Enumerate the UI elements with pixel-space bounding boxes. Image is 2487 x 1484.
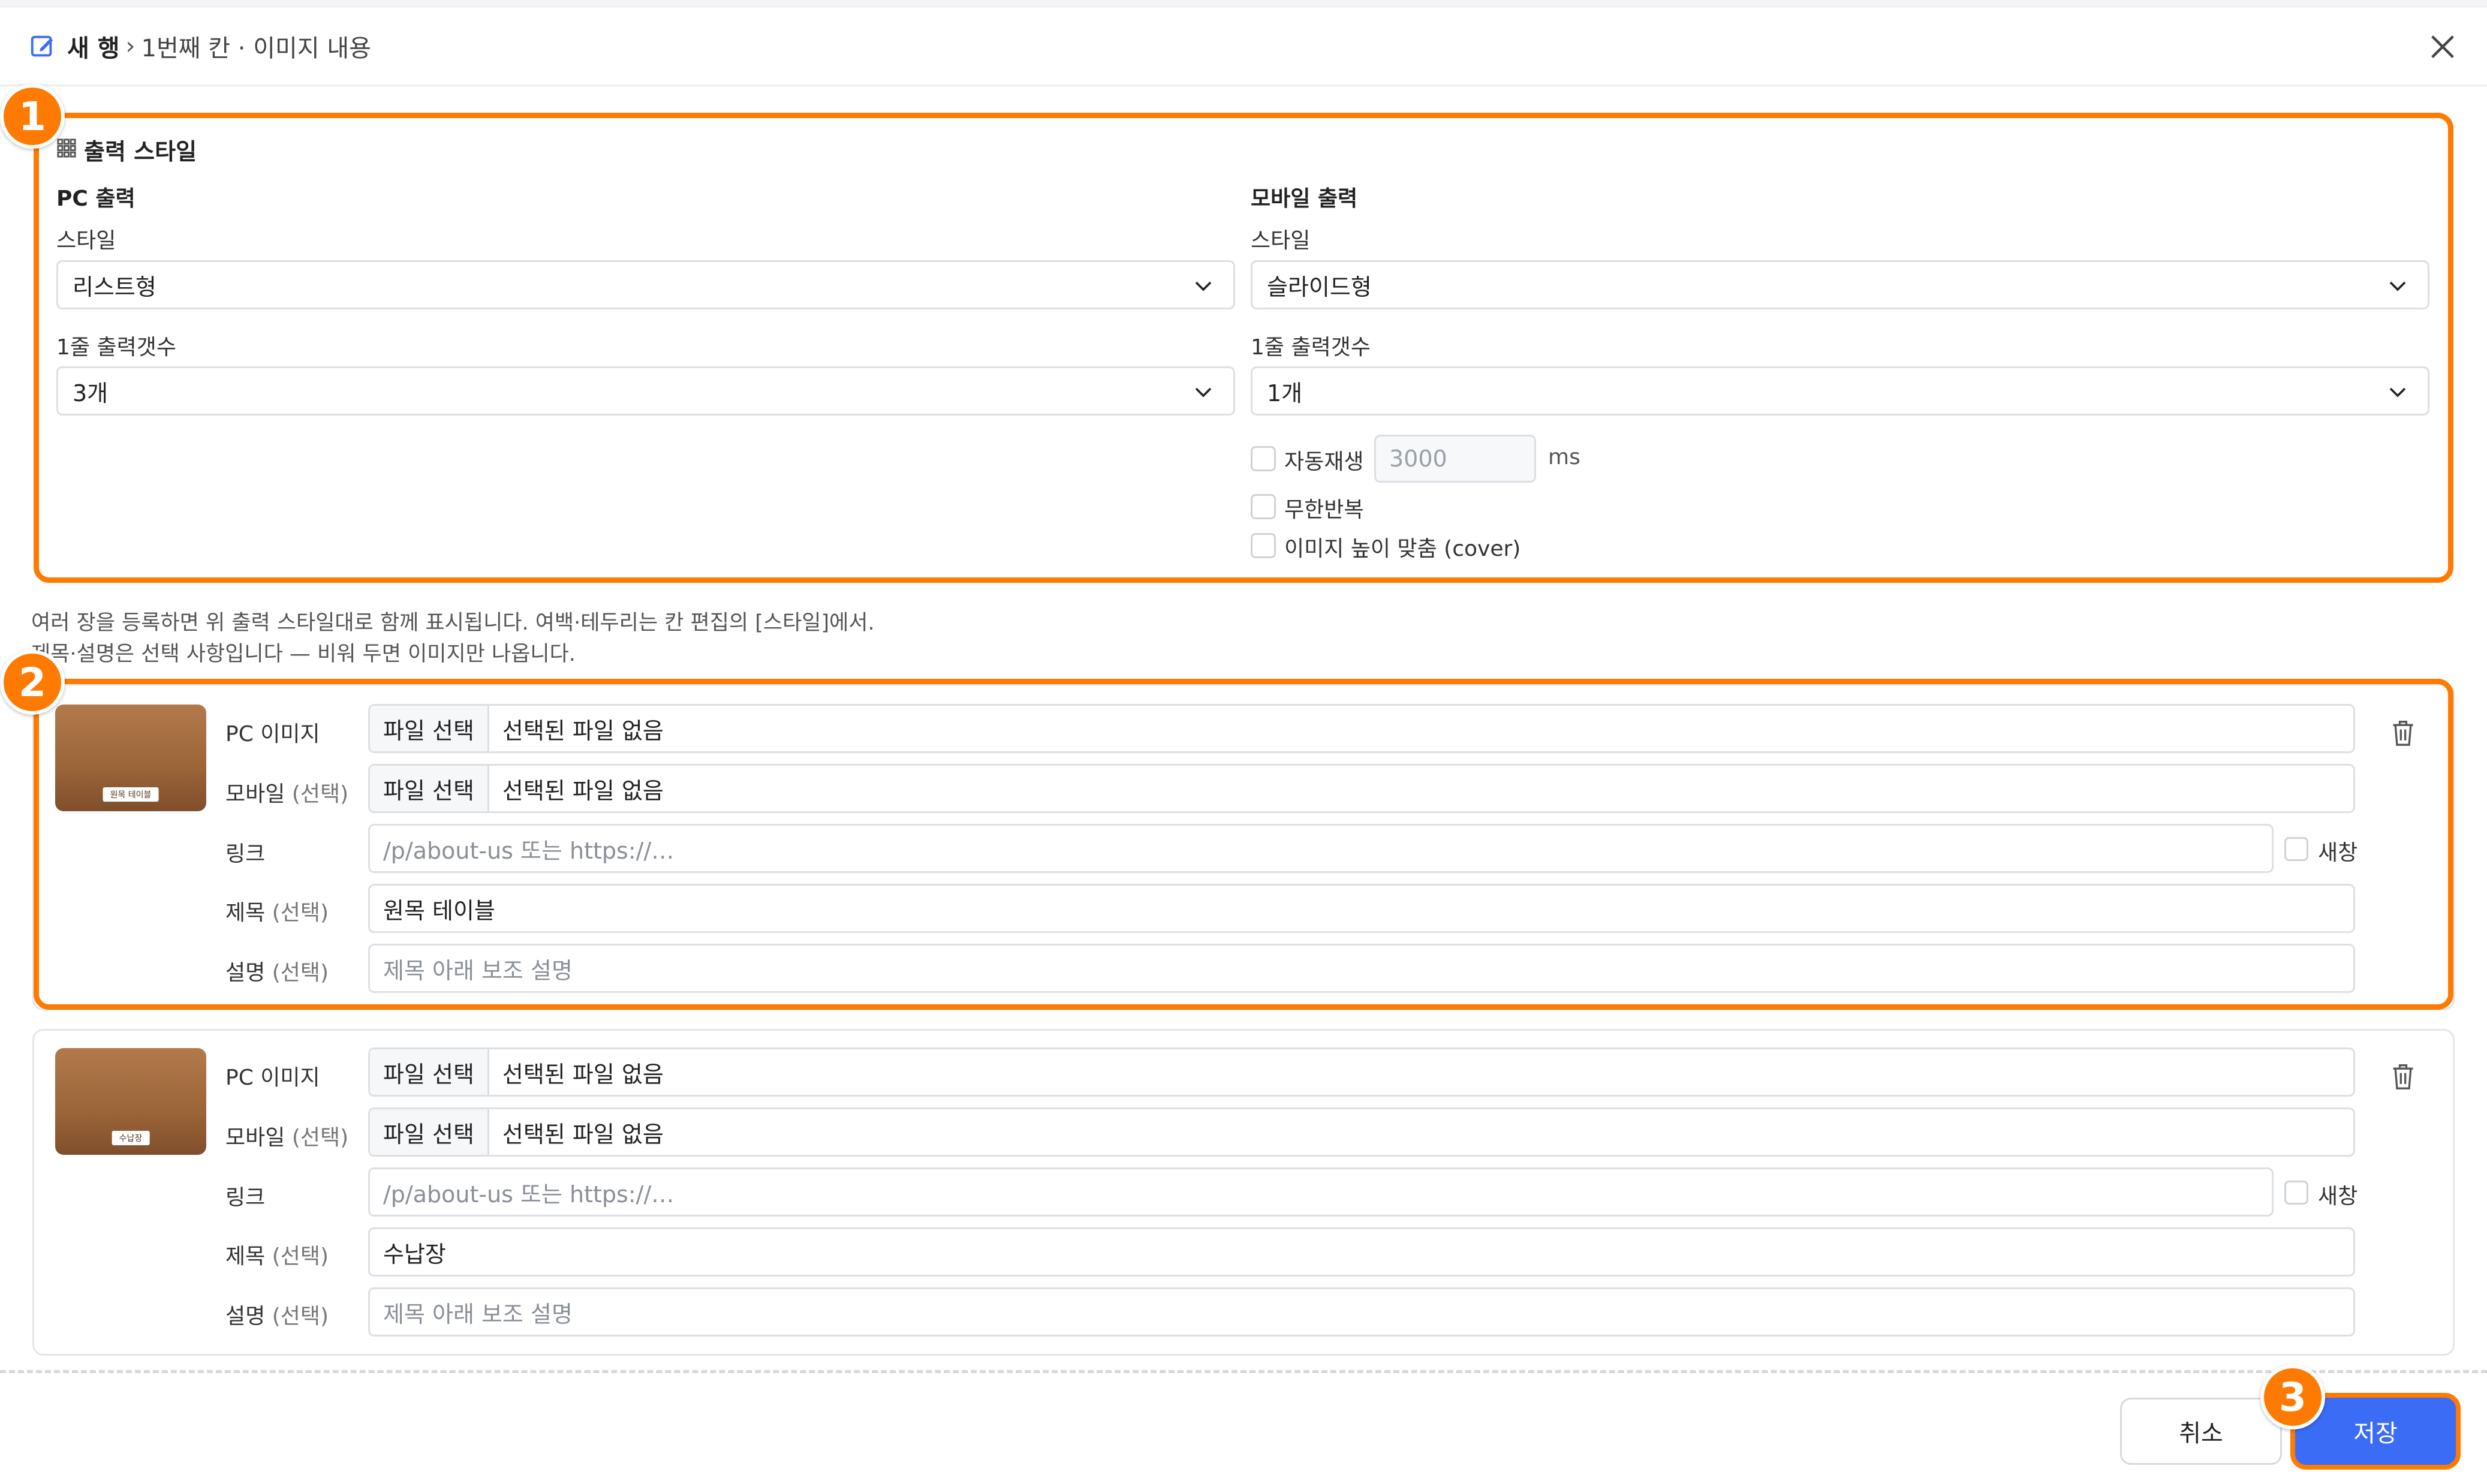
title-value: 수납장 xyxy=(383,1241,446,1268)
step-badge-3: 3 xyxy=(2260,1365,2325,1429)
mobile-image-label: 모바일 (선택) xyxy=(225,1125,349,1150)
pc-style-label: 스타일 xyxy=(56,228,116,253)
modal-footer xyxy=(0,1370,2487,1484)
link-input[interactable]: /p/about-us 또는 https://… xyxy=(368,1167,2274,1217)
pc-image-file-input[interactable]: 파일 선택 선택된 파일 없음 xyxy=(368,1047,2355,1097)
mobile-image-file-input[interactable]: 파일 선택 선택된 파일 없음 xyxy=(368,764,2355,813)
description-label: 설명 (선택) xyxy=(225,1304,329,1329)
help-text-line1: 여러 장을 등록하면 위 출력 스타일대로 함께 표시됩니다. 여백·테두리는 … xyxy=(31,611,875,635)
autoplay-interval-input[interactable]: 3000 xyxy=(1374,435,1536,483)
pc-image-file-input[interactable]: 파일 선택 선택된 파일 없음 xyxy=(368,704,2355,753)
pc-style-value: 리스트형 xyxy=(73,273,156,300)
mobile-style-label: 스타일 xyxy=(1251,228,1311,253)
modal-header: 새 행 › 1번째 칸 · 이미지 내용 xyxy=(0,7,2487,86)
mobile-heading: 모바일 출력 xyxy=(1251,186,1358,211)
file-select-button[interactable]: 파일 선택 xyxy=(370,766,489,811)
link-placeholder: /p/about-us 또는 https://… xyxy=(383,837,675,864)
description-placeholder: 제목 아래 보조 설명 xyxy=(383,957,573,984)
background-app-bar xyxy=(0,0,2487,7)
image-thumbnail[interactable]: 수납장 xyxy=(55,1048,206,1155)
new-window-checkbox[interactable] xyxy=(2284,1181,2308,1205)
title-label: 제목 (선택) xyxy=(225,901,329,925)
cover-checkbox[interactable] xyxy=(1251,533,1276,558)
pc-count-value: 3개 xyxy=(73,380,109,407)
close-icon[interactable] xyxy=(2427,31,2458,62)
pc-count-select[interactable]: 3개 xyxy=(56,366,1235,416)
mobile-count-select[interactable]: 1개 xyxy=(1251,366,2429,416)
link-placeholder: /p/about-us 또는 https://… xyxy=(383,1181,675,1208)
description-label: 설명 (선택) xyxy=(225,961,329,985)
highlight-box-1 xyxy=(34,113,2453,583)
file-select-button[interactable]: 파일 선택 xyxy=(370,706,489,751)
link-label: 링크 xyxy=(225,842,266,866)
breadcrumb-separator: › xyxy=(125,32,136,60)
loop-checkbox[interactable] xyxy=(1251,494,1276,519)
file-name: 선택된 파일 없음 xyxy=(502,1121,664,1148)
pc-image-label: PC 이미지 xyxy=(225,722,320,746)
new-window-label: 새창 xyxy=(2318,841,2358,865)
description-input[interactable]: 제목 아래 보조 설명 xyxy=(368,1287,2355,1336)
chevron-down-icon xyxy=(1195,387,1212,398)
link-input[interactable]: /p/about-us 또는 https://… xyxy=(368,824,2274,873)
chevron-down-icon xyxy=(2389,281,2406,291)
trash-icon[interactable] xyxy=(2390,1061,2416,1091)
mobile-count-label: 1줄 출력갯수 xyxy=(1251,335,1371,360)
new-window-checkbox[interactable] xyxy=(2284,837,2308,861)
autoplay-interval-value: 3000 xyxy=(1389,445,1447,472)
thumbnail-tag: 수납장 xyxy=(112,1131,150,1145)
autoplay-label: 자동재생 xyxy=(1284,450,1364,474)
step-badge-2: 2 xyxy=(0,650,65,715)
mobile-style-select[interactable]: 슬라이드형 xyxy=(1251,260,2429,309)
breadcrumb: 1번째 칸 · 이미지 내용 xyxy=(141,34,371,62)
mobile-count-value: 1개 xyxy=(1267,380,1303,407)
file-select-button[interactable]: 파일 선택 xyxy=(370,1109,489,1155)
mobile-style-value: 슬라이드형 xyxy=(1267,273,1372,300)
pc-style-select[interactable]: 리스트형 xyxy=(56,260,1235,309)
file-name: 선택된 파일 없음 xyxy=(502,777,664,804)
file-name: 선택된 파일 없음 xyxy=(502,717,664,744)
title-value: 원목 테이블 xyxy=(383,897,495,924)
modal-dialog: 새 행 › 1번째 칸 · 이미지 내용 출력 스타일 PC 출력 스타일 리스… xyxy=(0,0,2487,1484)
edit-icon xyxy=(31,35,53,56)
chevron-down-icon xyxy=(1195,281,1212,291)
cancel-button[interactable]: 취소 xyxy=(2120,1398,2282,1465)
image-thumbnail[interactable]: 원목 테이블 xyxy=(55,705,206,811)
description-input[interactable]: 제목 아래 보조 설명 xyxy=(368,944,2355,993)
chevron-down-icon xyxy=(2389,387,2406,398)
pc-image-label: PC 이미지 xyxy=(225,1065,320,1090)
title-label: 제목 (선택) xyxy=(225,1244,329,1269)
step-badge-1: 1 xyxy=(0,84,65,149)
new-window-label: 새창 xyxy=(2318,1184,2358,1209)
modal-title: 새 행 xyxy=(67,34,120,62)
mobile-image-file-input[interactable]: 파일 선택 선택된 파일 없음 xyxy=(368,1107,2355,1157)
autoplay-checkbox[interactable] xyxy=(1251,446,1276,471)
title-input[interactable]: 수납장 xyxy=(368,1227,2355,1277)
link-label: 링크 xyxy=(225,1185,266,1210)
title-input[interactable]: 원목 테이블 xyxy=(368,884,2355,933)
trash-icon[interactable] xyxy=(2390,718,2416,748)
pc-count-label: 1줄 출력갯수 xyxy=(56,335,176,360)
loop-label: 무한반복 xyxy=(1284,498,1364,522)
autoplay-unit: ms xyxy=(1548,445,1580,469)
section-title: 출력 스타일 xyxy=(84,139,197,165)
thumbnail-tag: 원목 테이블 xyxy=(103,787,159,802)
pc-heading: PC 출력 xyxy=(56,186,136,211)
file-select-button[interactable]: 파일 선택 xyxy=(370,1049,489,1095)
mobile-image-label: 모바일 (선택) xyxy=(225,782,349,806)
grid-icon xyxy=(57,139,76,158)
cover-label: 이미지 높이 맞춤 (cover) xyxy=(1284,537,1521,561)
description-placeholder: 제목 아래 보조 설명 xyxy=(383,1301,573,1328)
file-name: 선택된 파일 없음 xyxy=(502,1061,664,1088)
help-text-line2: 제목·설명은 선택 사항입니다 — 비워 두면 이미지만 나옵니다. xyxy=(31,642,576,666)
